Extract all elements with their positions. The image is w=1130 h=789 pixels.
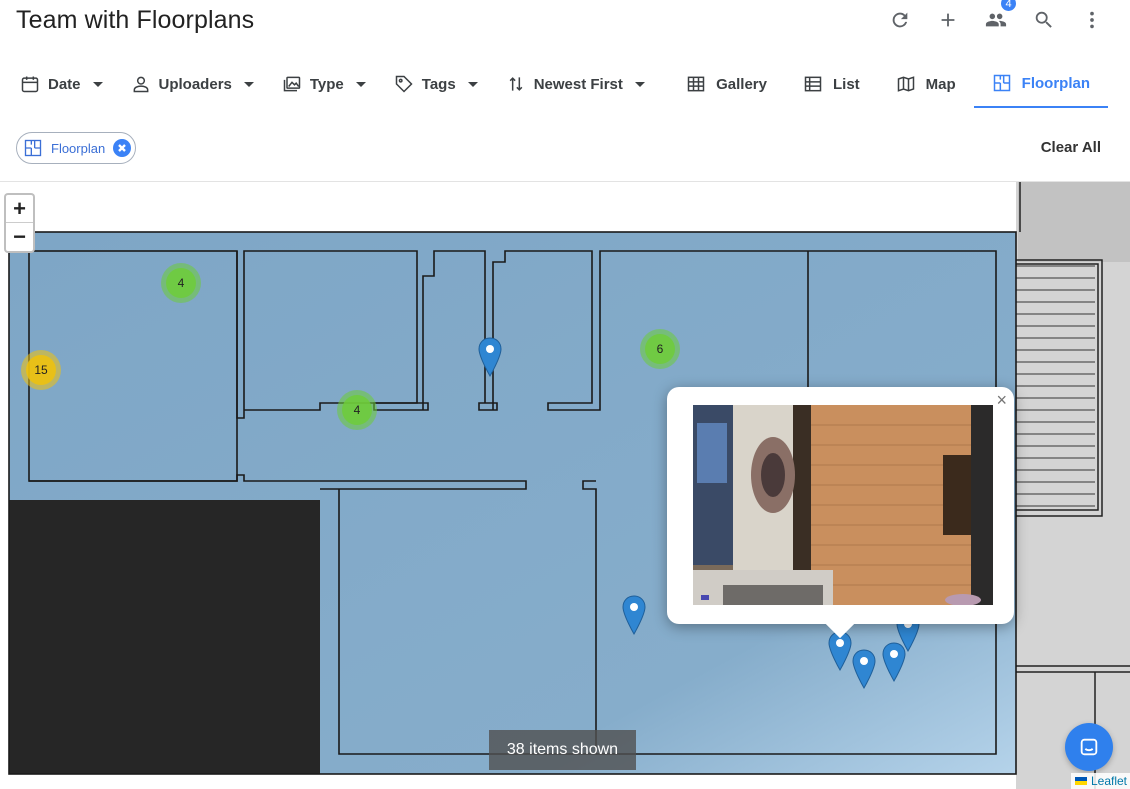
map-pin-icon[interactable] bbox=[851, 649, 877, 689]
sort-icon bbox=[509, 77, 523, 91]
floorplan-map[interactable]: + − 4 15 4 6 × 38 items shown Leaflet bbox=[0, 181, 1130, 789]
photo-popup: × bbox=[667, 387, 1014, 639]
grid-icon bbox=[687, 76, 705, 92]
floorplan-icon bbox=[993, 74, 1010, 92]
chip-label: Floorplan bbox=[51, 140, 106, 156]
marker-cluster[interactable]: 6 bbox=[640, 329, 680, 369]
floorplan-filter-chip[interactable]: Floorplan bbox=[16, 132, 137, 164]
zoom-out-button[interactable]: − bbox=[6, 223, 33, 251]
cluster-count: 4 bbox=[342, 395, 372, 425]
items-count-label: 38 items shown bbox=[489, 730, 636, 770]
map-pin-icon[interactable] bbox=[881, 642, 907, 682]
cluster-count: 4 bbox=[166, 268, 196, 298]
header-actions: 4 bbox=[884, 0, 1108, 40]
chevron-down-icon bbox=[92, 81, 103, 87]
people-icon bbox=[985, 13, 1007, 27]
person-icon bbox=[133, 76, 148, 93]
floorplan-icon bbox=[24, 139, 42, 157]
filter-uploaders[interactable]: Uploaders bbox=[131, 74, 254, 94]
tab-map[interactable]: Map bbox=[878, 60, 974, 108]
map-pin-icon[interactable] bbox=[621, 595, 647, 635]
tab-list-label: List bbox=[833, 75, 860, 93]
close-icon bbox=[118, 144, 127, 152]
filter-type[interactable]: Type bbox=[282, 74, 366, 94]
filter-date-label: Date bbox=[48, 75, 81, 93]
leaflet-link[interactable]: Leaflet bbox=[1091, 774, 1127, 788]
refresh-icon bbox=[892, 12, 908, 28]
chevron-down-icon bbox=[467, 81, 478, 87]
chevron-down-icon bbox=[634, 81, 645, 87]
map-pin-icon[interactable] bbox=[477, 337, 503, 377]
tab-floorplan-label: Floorplan bbox=[1021, 74, 1090, 92]
filter-date[interactable]: Date bbox=[20, 74, 103, 94]
filter-type-label: Type bbox=[309, 75, 344, 93]
zoom-control: + − bbox=[4, 193, 35, 253]
tab-gallery[interactable]: Gallery bbox=[668, 60, 785, 108]
list-icon bbox=[804, 76, 822, 92]
chat-support-button[interactable] bbox=[1065, 723, 1113, 771]
more-vert-icon bbox=[1090, 11, 1094, 29]
zoom-in-button[interactable]: + bbox=[6, 195, 33, 223]
chevron-down-icon bbox=[243, 81, 254, 87]
remove-filter-button[interactable] bbox=[113, 139, 132, 157]
page-title: Team with Floorplans bbox=[16, 6, 255, 34]
filter-bar: Date Uploaders Type Tags Newest First bbox=[20, 68, 673, 100]
tag-icon bbox=[395, 75, 413, 93]
images-icon bbox=[283, 76, 301, 92]
marker-cluster[interactable]: 15 bbox=[21, 350, 61, 390]
cluster-count: 6 bbox=[645, 334, 675, 364]
plus-icon bbox=[941, 13, 955, 27]
view-tabs: Gallery List Map Floorplan bbox=[668, 60, 1108, 108]
filter-uploaders-label: Uploaders bbox=[158, 75, 232, 93]
search-button[interactable] bbox=[1028, 4, 1060, 36]
refresh-button[interactable] bbox=[884, 4, 916, 36]
clear-all-button[interactable]: Clear All bbox=[1041, 139, 1101, 156]
filter-tags[interactable]: Tags bbox=[394, 74, 478, 94]
search-icon bbox=[1035, 11, 1052, 28]
tab-gallery-label: Gallery bbox=[716, 75, 767, 93]
marker-cluster[interactable]: 4 bbox=[337, 390, 377, 430]
team-members-button[interactable]: 4 bbox=[980, 0, 1018, 36]
filter-sort[interactable]: Newest First bbox=[506, 74, 645, 94]
tab-floorplan[interactable]: Floorplan bbox=[973, 60, 1108, 108]
more-options-button[interactable] bbox=[1076, 4, 1108, 36]
marker-cluster[interactable]: 4 bbox=[161, 263, 201, 303]
calendar-icon bbox=[21, 76, 39, 93]
chevron-down-icon bbox=[355, 81, 366, 87]
filter-tags-label: Tags bbox=[421, 75, 456, 93]
chat-icon bbox=[1080, 738, 1098, 756]
members-count-badge: 4 bbox=[999, 0, 1018, 13]
add-button[interactable] bbox=[932, 4, 964, 36]
map-icon bbox=[897, 76, 914, 92]
tab-map-label: Map bbox=[925, 75, 956, 93]
tab-list[interactable]: List bbox=[785, 60, 878, 108]
cluster-count: 15 bbox=[26, 355, 56, 385]
ukraine-flag-icon bbox=[1074, 777, 1087, 785]
map-attribution: Leaflet bbox=[1070, 773, 1130, 789]
popup-close-button[interactable]: × bbox=[996, 390, 1007, 411]
filter-sort-label: Newest First bbox=[533, 75, 623, 93]
photo-thumbnail[interactable] bbox=[693, 405, 993, 605]
